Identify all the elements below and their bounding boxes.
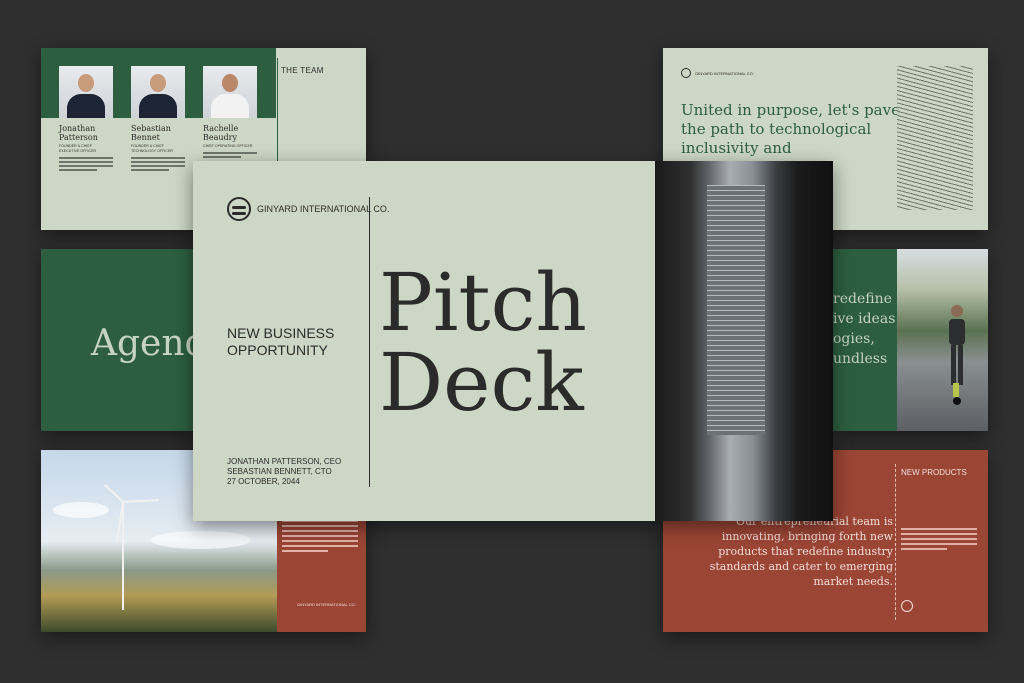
logo-icon xyxy=(681,68,691,78)
logo-icon xyxy=(227,197,251,221)
cover-date: 27 OCTOBER, 2044 xyxy=(227,477,300,486)
member-photo xyxy=(131,66,185,118)
products-body-text xyxy=(901,528,977,553)
team-member-2: Sebastian Bennet FOUNDER & CHIEF TECHNOL… xyxy=(131,66,185,173)
member-name: Sebastian Bennet xyxy=(131,124,171,142)
member-name: Jonathan Patterson xyxy=(59,124,98,142)
products-label: NEW PRODUCTS xyxy=(901,468,967,477)
member-bio xyxy=(59,157,113,171)
team-member-3: Rachelle Beaudry CHIEF OPERATING OFFICER xyxy=(203,66,257,160)
member-name: Rachelle Beaudry xyxy=(203,124,239,142)
windmill-footer: GINYARD INTERNATIONAL CO. xyxy=(297,602,356,607)
innovation-slide-thumbnail[interactable]: redefine ive ideas ogies, undless xyxy=(833,249,988,431)
member-bio xyxy=(203,152,257,158)
pitch-deck-cover-slide[interactable]: GINYARD INTERNATIONAL CO. NEW BUSINESS O… xyxy=(193,161,833,521)
credit-ceo: JONATHAN PATTERSON, CEO xyxy=(227,457,342,466)
wave-art xyxy=(897,66,973,210)
member-role: FOUNDER & CHIEF EXECUTIVE OFFICER xyxy=(59,144,97,153)
products-divider xyxy=(895,464,896,620)
products-quote: Our entrepreneurial team is innovating, … xyxy=(709,515,893,588)
scooter-photo xyxy=(897,249,988,431)
windmill-body-text xyxy=(282,520,358,555)
member-role: CHIEF OPERATING OFFICER xyxy=(203,144,253,148)
company-logo: GINYARD INTERNATIONAL CO. xyxy=(227,197,389,221)
cover-divider xyxy=(369,197,370,487)
skyscraper-icon xyxy=(707,185,765,435)
member-role: FOUNDER & CHIEF TECHNOLOGY OFFICER xyxy=(131,144,173,153)
skyscraper-photo xyxy=(655,161,833,521)
member-photo xyxy=(203,66,257,118)
credit-cto: SEBASTIAN BENNETT, CTO xyxy=(227,467,332,476)
logo-icon xyxy=(901,600,913,612)
purpose-company: GINYARD INTERNATIONAL CO. xyxy=(695,70,754,76)
innovation-text: redefine ive ideas ogies, undless xyxy=(833,291,896,367)
title-line-1: Pitch xyxy=(379,256,587,349)
agenda-slide-thumbnail[interactable]: Agenda xyxy=(41,249,201,431)
title-line-2: Deck xyxy=(379,336,584,429)
member-photo xyxy=(59,66,113,118)
purpose-logo: GINYARD INTERNATIONAL CO. xyxy=(681,68,754,78)
agenda-title: Agenda xyxy=(91,323,201,364)
member-bio xyxy=(131,157,185,171)
cover-title: Pitch Deck xyxy=(379,263,587,423)
team-member-1: Jonathan Patterson FOUNDER & CHIEF EXECU… xyxy=(59,66,113,173)
cover-subtitle: NEW BUSINESS OPPORTUNITY xyxy=(227,325,357,359)
subtitle-line-2: OPPORTUNITY xyxy=(227,342,328,358)
subtitle-line-1: NEW BUSINESS xyxy=(227,325,335,341)
scooter-rider-icon xyxy=(949,305,965,405)
cover-credits: JONATHAN PATTERSON, CEO SEBASTIAN BENNET… xyxy=(227,457,341,487)
team-label: THE TEAM xyxy=(281,66,324,75)
